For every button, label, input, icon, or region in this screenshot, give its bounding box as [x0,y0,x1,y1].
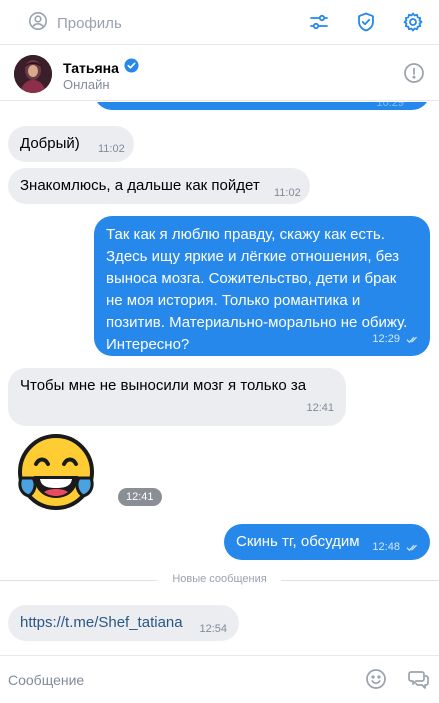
tears-of-joy-emoji-icon [18,434,94,510]
sticker-time: 12:41 [118,488,162,506]
message-time-value: 12:29 [372,333,400,345]
smile-icon[interactable] [365,668,387,695]
message-bubble[interactable]: https://t.me/Shef_tatiana 12:54 [8,605,239,641]
message-input[interactable] [8,668,338,692]
message-text: Скинь тг, обсудим [236,533,360,550]
sticker-message[interactable]: 12:41 [14,432,162,512]
message-link[interactable]: https://t.me/Shef_tatiana [20,614,183,631]
message-list[interactable]: 10:29 Добрый) 11:02 Знакомлюсь, а дальше… [0,102,439,655]
separator-label: Новые сообщения [172,573,267,585]
message-bubble[interactable]: Скинь тг, обсудим 12:48 [224,524,430,560]
message-time: 11:02 [274,187,301,199]
profile-label: Профиль [57,14,122,32]
user-circle-icon [28,11,48,35]
verified-badge-icon [124,58,139,78]
shield-check-icon[interactable] [354,10,378,34]
new-messages-separator: Новые сообщения [0,570,439,590]
avatar[interactable] [14,55,52,93]
message-time: 12:54 [199,623,227,635]
message-time: 12:29 [372,328,420,350]
profile-link[interactable]: Профиль [28,11,122,35]
message-text: Добрый) [20,135,80,152]
chat-header: Татьяна Онлайн [0,45,439,101]
message-bubble[interactable]: Так как я люблю правду, скажу как есть. … [94,216,430,356]
report-icon[interactable] [403,62,425,89]
message-text: Чтобы мне не выносили мозг я только за [20,377,307,394]
message-bubble-partial[interactable]: 10:29 [94,102,430,110]
message-time: 12:41 [306,402,334,414]
composer [0,655,439,703]
message-time-value: 12:48 [372,541,400,553]
message-bubble[interactable]: Знакомлюсь, а дальше как пойдет 11:02 [8,168,310,204]
message-bubble[interactable]: Чтобы мне не выносили мозг я только за 1… [8,368,346,426]
message-time: 12:48 [372,536,420,558]
message-text: Знакомлюсь, а дальше как пойдет [20,177,260,194]
message-bubble[interactable]: Добрый) 11:02 [8,126,134,162]
message-time: 10:29 [376,102,404,109]
peer-name[interactable]: Татьяна [63,60,119,76]
peer-status: Онлайн [63,77,110,92]
gear-icon[interactable] [401,10,425,34]
top-bar: Профиль [0,0,439,45]
read-checks-icon [406,336,417,343]
separator-line-right [281,580,439,581]
sliders-icon[interactable] [307,10,331,34]
message-time: 11:02 [98,143,125,155]
read-checks-icon [406,544,417,551]
chats-icon[interactable] [407,668,429,695]
message-text: Так как я люблю правду, скажу как есть. … [106,226,408,353]
